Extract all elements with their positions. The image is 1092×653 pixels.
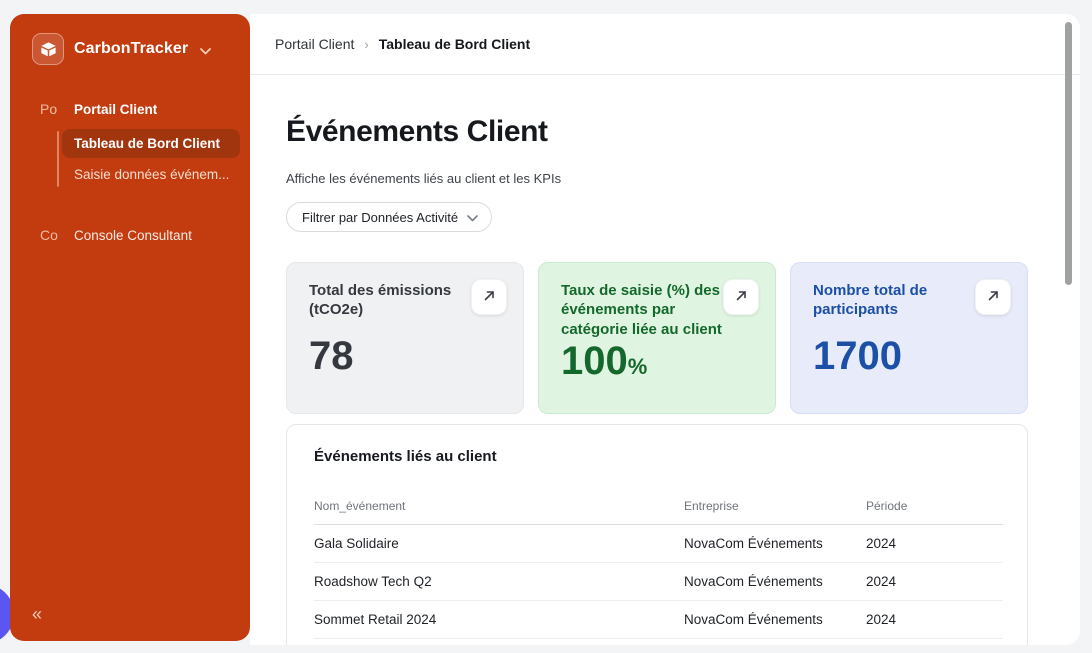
kpi-card-total-emissions: Total des émissions (tCO2e) 78 (286, 262, 524, 414)
table-cell: Gala Solidaire (314, 525, 684, 563)
breadcrumb: Portail Client › Tableau de Bord Client (275, 36, 530, 52)
kpi-title: Taux de saisie (%) des événements par ca… (561, 281, 723, 339)
column-header-periode: Période (866, 495, 1003, 525)
kpi-value: 100% (561, 341, 759, 381)
table-row[interactable]: Roadshow Tech Q2NovaCom Événements2024 (314, 563, 1003, 601)
expand-kpi-button[interactable] (723, 279, 759, 315)
page-subtitle: Affiche les événements liés au client et… (286, 171, 1080, 186)
page-content: Événements Client Affiche les événements… (250, 75, 1080, 645)
events-table-title: Événements liés au client (314, 448, 1003, 465)
table-cell: Roadshow Tech Q2 (314, 563, 684, 601)
sidebar-nav: Po Portail Client Tableau de Bord Client… (10, 99, 250, 245)
workspace-switcher[interactable]: CarbonTracker (10, 14, 250, 65)
table-row[interactable]: Sommet Retail 2024NovaCom Événements2024 (314, 601, 1003, 639)
brand-name: CarbonTracker (74, 40, 188, 58)
page-title: Événements Client (286, 115, 1080, 149)
events-table: Nom_événement Entreprise Période Gala So… (314, 495, 1003, 645)
kpi-row: Total des émissions (tCO2e) 78 Taux de s… (286, 262, 1028, 414)
sidebar: CarbonTracker Po Portail Client Tableau … (10, 14, 250, 641)
kpi-title: Total des émissions (tCO2e) (309, 281, 471, 320)
sidebar-group-children: Tableau de Bord Client Saisie données év… (10, 129, 250, 189)
main-panel: Portail Client › Tableau de Bord Client … (250, 14, 1080, 645)
table-cell: NovaCom Événements (684, 525, 866, 563)
arrow-up-right-icon (987, 289, 1000, 305)
arrow-up-right-icon (735, 289, 748, 305)
table-cell: NovaCom Événements (684, 563, 866, 601)
vertical-scrollbar[interactable] (1065, 22, 1072, 285)
sidebar-item-tableau-de-bord-client[interactable]: Tableau de Bord Client (62, 129, 240, 158)
group-label: Console Consultant (74, 228, 192, 243)
filter-label: Filtrer par Données Activité (302, 210, 458, 225)
events-table-body: Gala SolidaireNovaCom Événements2024Road… (314, 525, 1003, 646)
table-row[interactable]: Conférence RSE 2024NovaCom Événements202… (314, 639, 1003, 646)
sidebar-item-saisie-donnees[interactable]: Saisie données événem... (62, 160, 240, 189)
sidebar-group-console-consultant[interactable]: Co Console Consultant (10, 225, 250, 245)
arrow-up-right-icon (483, 289, 496, 305)
kpi-value: 78 (309, 336, 507, 376)
expand-kpi-button[interactable] (471, 279, 507, 315)
table-cell: Conférence RSE 2024 (314, 639, 684, 646)
kpi-card-participants: Nombre total de participants 1700 (790, 262, 1028, 414)
breadcrumb-current: Tableau de Bord Client (379, 36, 530, 52)
column-header-entreprise: Entreprise (684, 495, 866, 525)
table-cell: 2024 (866, 563, 1003, 601)
app-logo-icon (32, 33, 64, 65)
table-row[interactable]: Gala SolidaireNovaCom Événements2024 (314, 525, 1003, 563)
filter-dropdown[interactable]: Filtrer par Données Activité (286, 202, 492, 232)
kpi-title: Nombre total de participants (813, 281, 975, 320)
events-table-card: Événements liés au client Nom_événement … (286, 424, 1028, 645)
collapse-sidebar-button[interactable]: « (32, 604, 41, 625)
chevron-down-icon (467, 210, 478, 225)
chevron-right-icon: › (364, 37, 368, 52)
table-cell: 2024 (866, 525, 1003, 563)
column-header-nom-evenement: Nom_événement (314, 495, 684, 525)
kpi-card-taux-saisie: Taux de saisie (%) des événements par ca… (538, 262, 776, 414)
top-bar: Portail Client › Tableau de Bord Client (250, 14, 1080, 75)
table-cell: 2024 (866, 601, 1003, 639)
expand-kpi-button[interactable] (975, 279, 1011, 315)
table-cell: NovaCom Événements (684, 601, 866, 639)
table-cell: NovaCom Événements (684, 639, 866, 646)
chevron-down-icon (200, 42, 211, 60)
kpi-value: 1700 (813, 336, 1011, 376)
group-label: Portail Client (74, 102, 157, 117)
breadcrumb-parent[interactable]: Portail Client (275, 36, 354, 52)
group-prefix: Co (40, 227, 60, 243)
table-cell: Sommet Retail 2024 (314, 601, 684, 639)
group-prefix: Po (40, 101, 60, 117)
tree-indent-line (57, 131, 59, 187)
table-cell: 2024 (866, 639, 1003, 646)
sidebar-group-portail-client[interactable]: Po Portail Client (10, 99, 250, 119)
app-window: CarbonTracker Po Portail Client Tableau … (0, 0, 1092, 653)
